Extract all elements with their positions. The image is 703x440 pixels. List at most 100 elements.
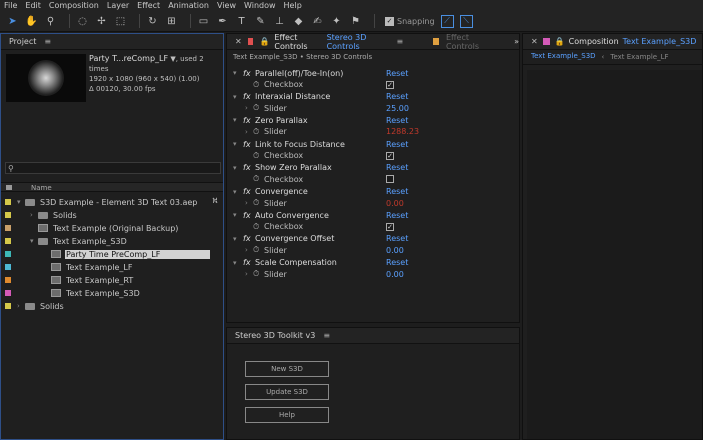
comp-row[interactable]: Text Example_LF <box>1 261 223 273</box>
reset-link[interactable]: Reset <box>386 187 408 196</box>
menu-item-composition[interactable]: Composition <box>49 1 99 10</box>
stopwatch-icon[interactable]: ⏱ <box>253 222 259 232</box>
rotate-tool-icon[interactable]: ↻ <box>146 15 159 28</box>
fx-toggle-icon[interactable]: fx <box>243 163 251 172</box>
rectangle-tool-icon[interactable]: ▭ <box>197 15 210 28</box>
comp-row[interactable]: Text Example (Original Backup) <box>1 222 223 234</box>
label-color-swatch[interactable] <box>5 290 11 296</box>
chevron-right-icon[interactable]: › <box>245 270 248 278</box>
label-color-swatch[interactable] <box>5 238 11 244</box>
label-color-swatch[interactable] <box>5 303 11 309</box>
selection-tool-icon[interactable]: ➤ <box>6 15 19 28</box>
menu-item-window[interactable]: Window <box>244 1 276 10</box>
label-color-swatch[interactable] <box>5 251 11 257</box>
effect-param-row[interactable]: ⏱ Checkbox ✓ <box>227 221 519 233</box>
menu-item-animation[interactable]: Animation <box>168 1 209 10</box>
label-color-swatch[interactable] <box>5 277 11 283</box>
composition-viewer[interactable] <box>527 70 702 439</box>
chevron-right-icon[interactable]: › <box>30 211 38 219</box>
chevron-right-icon[interactable]: › <box>17 302 25 310</box>
param-value[interactable]: 0.00 <box>386 270 404 279</box>
chevron-right-icon[interactable]: › <box>245 104 248 112</box>
chevron-down-icon[interactable]: ▾ <box>233 164 237 172</box>
effect-row[interactable]: ▾ fx Convergence Reset <box>227 186 519 198</box>
pin-tool-icon[interactable]: ⚑ <box>349 15 362 28</box>
menu-item-effect[interactable]: Effect <box>137 1 160 10</box>
effect-controls-target[interactable]: Stereo 3D Controls <box>327 33 389 51</box>
snapping-control[interactable]: ✓ Snapping <box>385 16 435 26</box>
reset-link[interactable]: Reset <box>386 69 408 78</box>
effect-param-row[interactable]: ⏱ Checkbox ✓ <box>227 79 519 91</box>
chevron-down-icon[interactable]: ▾ <box>233 116 237 124</box>
update-s3d-button[interactable]: Update S3D <box>245 384 329 400</box>
fx-toggle-icon[interactable]: fx <box>243 92 251 101</box>
param-checkbox[interactable]: ✓ <box>386 151 394 160</box>
pan-camera-icon[interactable]: ✢ <box>95 15 108 28</box>
param-value[interactable]: 0.00 <box>386 246 404 255</box>
reset-link[interactable]: Reset <box>386 163 408 172</box>
chevron-down-icon[interactable]: ▾ <box>233 235 237 243</box>
lock-icon[interactable]: 🔒 <box>555 37 565 46</box>
orbit-camera-icon[interactable]: ◌ <box>76 15 89 28</box>
param-value[interactable]: 25.00 <box>386 104 409 113</box>
effect-param-row[interactable]: › ⏱ Slider 0.00 <box>227 268 519 280</box>
effect-param-row[interactable]: ⏱ Checkbox ✓ <box>227 150 519 162</box>
close-icon[interactable]: ✕ <box>531 37 538 46</box>
folder-row[interactable]: ▾ S3D Example - Element 3D Text 03.aep <box>1 196 223 208</box>
stopwatch-icon[interactable]: ⏱ <box>253 151 259 161</box>
chevron-right-icon[interactable]: › <box>245 246 248 254</box>
folder-row[interactable]: › Solids <box>1 300 223 312</box>
snap-features-icon[interactable]: ⟍ <box>459 14 473 28</box>
fx-toggle-icon[interactable]: fx <box>243 211 251 220</box>
chevron-down-icon[interactable]: ▾ <box>233 259 237 267</box>
project-search-input[interactable]: ⚲ <box>5 162 221 174</box>
project-tab[interactable]: Project <box>9 37 36 46</box>
param-checkbox[interactable] <box>386 175 394 184</box>
param-value[interactable]: 0.00 <box>386 199 404 208</box>
effect-controls-tab[interactable]: Effect Controls <box>274 33 322 51</box>
stopwatch-icon[interactable]: ⏱ <box>253 127 259 137</box>
chevron-left-icon[interactable]: ‹ <box>602 53 605 61</box>
param-checkbox[interactable]: ✓ <box>386 80 394 89</box>
panel-menu-icon[interactable]: ≡ <box>44 37 51 46</box>
fx-toggle-icon[interactable]: fx <box>243 187 251 196</box>
effect-controls-other-tab[interactable]: Effect Controls <box>446 33 494 51</box>
help-button[interactable]: Help <box>245 407 329 423</box>
effect-row[interactable]: ▾ fx Scale Compensation Reset <box>227 257 519 269</box>
composition-target[interactable]: Text Example_S3D <box>623 37 697 46</box>
label-color-swatch[interactable] <box>5 225 11 231</box>
panel-overflow-icon[interactable]: » <box>514 37 519 46</box>
chevron-down-icon[interactable]: ▾ <box>233 188 237 196</box>
stopwatch-icon[interactable]: ⏱ <box>253 103 259 113</box>
folder-row[interactable]: › Solids <box>1 209 223 221</box>
comp-row[interactable]: Party Time PreComp_LF <box>1 248 223 260</box>
name-column-header[interactable]: Name <box>31 184 52 192</box>
project-column-header[interactable]: Name <box>1 182 223 192</box>
fx-toggle-icon[interactable]: fx <box>243 116 251 125</box>
hand-tool-icon[interactable]: ✋ <box>25 15 38 28</box>
anchor-point-tool-icon[interactable]: ⊞ <box>165 15 178 28</box>
menu-item-edit[interactable]: Edit <box>25 1 41 10</box>
reset-link[interactable]: Reset <box>386 140 408 149</box>
effect-param-row[interactable]: › ⏱ Slider 25.00 <box>227 102 519 114</box>
composition-tab[interactable]: Composition <box>569 37 619 46</box>
effect-param-row[interactable]: ⏱ Checkbox <box>227 173 519 185</box>
menu-item-file[interactable]: File <box>4 1 17 10</box>
fx-toggle-icon[interactable]: fx <box>243 140 251 149</box>
reset-link[interactable]: Reset <box>386 234 408 243</box>
clone-stamp-tool-icon[interactable]: ⊥ <box>273 15 286 28</box>
reset-link[interactable]: Reset <box>386 92 408 101</box>
fx-toggle-icon[interactable]: fx <box>243 258 251 267</box>
puppet-tool-icon[interactable]: ✦ <box>330 15 343 28</box>
stopwatch-icon[interactable]: ⏱ <box>253 80 259 90</box>
subtab-text-example-lf[interactable]: Text Example_LF <box>610 53 668 61</box>
snap-edges-icon[interactable]: ⟋ <box>440 14 454 28</box>
menu-item-view[interactable]: View <box>217 1 236 10</box>
stopwatch-icon[interactable]: ⏱ <box>253 245 259 255</box>
param-value[interactable]: 1288.23 <box>386 127 419 136</box>
chevron-right-icon[interactable]: › <box>245 199 248 207</box>
effect-row[interactable]: ▾ fx Auto Convergence Reset <box>227 209 519 221</box>
label-color-swatch[interactable] <box>5 199 11 205</box>
effect-row[interactable]: ▾ fx Link to Focus Distance Reset <box>227 138 519 150</box>
effect-param-row[interactable]: › ⏱ Slider 1288.23 <box>227 126 519 138</box>
